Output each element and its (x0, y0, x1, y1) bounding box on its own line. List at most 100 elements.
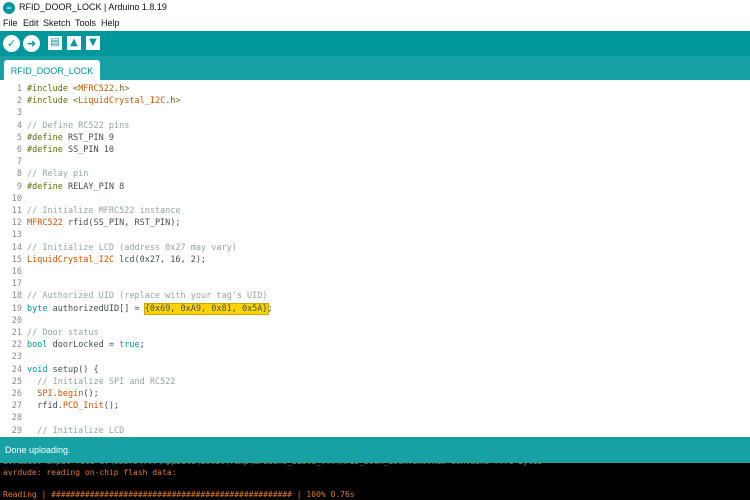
line-number: 1 (16, 84, 22, 94)
code-token: rfid. (27, 401, 63, 412)
code-text: #define SS_PIN 10 (27, 144, 114, 156)
code-line: 22 bool doorLocked = true; (0, 339, 750, 351)
code-token: doorLocked = (47, 340, 120, 351)
code-text: bool doorLocked = true; (27, 339, 145, 351)
code-text: // Initialize LCD (27, 425, 124, 437)
code-line: 25 // Initialize SPI and RC522 (0, 376, 750, 388)
code-line: 2 #include <LiquidCrystal_I2C.h> (0, 95, 750, 107)
console-line: avrdude: reading on-chip flash data: (3, 468, 177, 477)
code-line: 21 // Door status (0, 327, 750, 339)
code-token: lcd(0x27, 16, 2); (114, 254, 207, 265)
code-line: 1 #include <MFRC522.h> (0, 83, 750, 95)
line-number: 29 (11, 425, 22, 436)
line-number: 4 (16, 120, 22, 131)
code-line: 26 SPI.begin(); (0, 388, 750, 400)
open-icon[interactable]: ▲ (67, 36, 81, 50)
line-number: 6 (16, 145, 22, 155)
window-title: RFID_DOOR_LOCK | Arduino 1.8.19 (19, 2, 167, 12)
code-token: void (27, 364, 48, 375)
code-line: 4 // Define RC522 pins (0, 120, 750, 132)
line-number: 11 (11, 206, 22, 216)
new-icon[interactable]: ▤ (48, 36, 62, 50)
code-text: // Door status (27, 327, 99, 339)
line-number: 7 (16, 157, 22, 168)
code-editor[interactable]: 1 #include <MFRC522.h> 2 #include <LiquidCr… (0, 80, 750, 437)
line-number: 20 (11, 315, 22, 326)
line-number: 18 (11, 291, 22, 302)
code-token: #define (27, 181, 68, 192)
selected-text: {0x69, 0xA9, 0x81, 0x5A} (143, 302, 269, 315)
code-token: SS_PIN 10 (67, 145, 115, 155)
code-text: MFRC522 rfid(SS_PIN, RST_PIN); (27, 217, 181, 229)
tab-rfid-door-lock[interactable]: RFID_DOOR_LOCK (4, 60, 100, 80)
code-text: // Initialize MFRC522 instance (27, 205, 181, 217)
code-text: #include <LiquidCrystal_I2C.h> (27, 95, 181, 107)
line-number: 22 (11, 340, 22, 351)
toolbar: ✓ ➜ ▤ ▲ ▼ (0, 31, 750, 56)
line-number: 10 (11, 193, 22, 204)
code-token: setup() { (47, 364, 99, 375)
code-text: void setup() { (27, 364, 99, 376)
code-token: // Door status (27, 328, 99, 338)
code-line: 8 // Relay pin (0, 168, 750, 180)
menu-sketch[interactable]: Sketch (43, 18, 71, 28)
code-token: // Initialize LCD (27, 425, 125, 436)
line-number: 21 (11, 328, 22, 338)
code-line: 20 (0, 315, 750, 327)
line-number: 15 (11, 254, 22, 265)
code-token: #include < (27, 84, 79, 94)
code-token: PCD_Init (62, 401, 104, 412)
code-line: 17 (0, 278, 750, 290)
code-line: 6 #define SS_PIN 10 (0, 144, 750, 156)
code-text: SPI.begin(); (27, 388, 99, 400)
code-token: byte (27, 303, 48, 314)
verify-icon[interactable]: ✓ (3, 35, 20, 52)
code-token: RELAY_PIN 8 (67, 181, 125, 192)
code-line: 23 (0, 351, 750, 363)
upload-icon[interactable]: ➜ (23, 35, 40, 52)
code-line: 5 #define RST_PIN 9 (0, 132, 750, 144)
code-token: authorizedUID[] = (47, 303, 145, 314)
code-line: 28 (0, 412, 750, 424)
save-icon[interactable]: ▼ (86, 36, 100, 50)
code-token: #define (27, 145, 68, 155)
code-token: .h> (114, 84, 130, 94)
code-line: 27 rfid.PCD_Init(); (0, 400, 750, 412)
code-token: // Relay pin (27, 169, 89, 180)
code-line: 19 byte authorizedUID[] = {0x69, 0xA9, 0x… (0, 302, 750, 315)
console-line: Reading | ##############################… (3, 490, 355, 499)
code-text: #define RELAY_PIN 8 (27, 181, 124, 193)
line-number: 9 (16, 181, 22, 192)
code-text: rfid.PCD_Init(); (27, 400, 119, 412)
menu-edit[interactable]: Edit (23, 18, 39, 28)
code-token: bool (27, 340, 48, 351)
code-token: rfid(SS_PIN, RST_PIN); (62, 218, 181, 229)
console-output[interactable]: avrdude: input file C:\Users\...\AppData… (0, 463, 750, 500)
line-number: 27 (11, 401, 22, 412)
code-line: 12 MFRC522 rfid(SS_PIN, RST_PIN); (0, 217, 750, 229)
code-token: begin (57, 389, 84, 399)
code-text: // Authorized UID (replace with your tag… (27, 290, 268, 302)
code-token: (); (83, 389, 99, 399)
code-token: .h> (165, 96, 181, 107)
code-token: #define (27, 132, 68, 143)
code-line: 9 #define RELAY_PIN 8 (0, 181, 750, 193)
code-token: // Define RC522 pins (27, 120, 130, 131)
status-bar: Done uploading. (0, 437, 750, 463)
arduino-icon: ∞ (3, 2, 15, 14)
menu-help[interactable]: Help (101, 18, 120, 28)
line-number: 12 (11, 218, 22, 229)
line-number: 25 (11, 376, 22, 387)
code-line: 16 (0, 266, 750, 278)
menu-tools[interactable]: Tools (75, 18, 96, 28)
tab-bar: RFID_DOOR_LOCK (0, 56, 750, 80)
menu-file[interactable]: File (3, 18, 18, 28)
line-number: 2 (16, 96, 22, 107)
code-text: // Initialize LCD (address 0x27 may vary… (27, 242, 237, 254)
code-token: // Initialize LCD (address 0x27 may vary… (27, 242, 237, 253)
line-number: 13 (11, 230, 22, 241)
menu-bar: File Edit Sketch Tools Help (0, 16, 750, 31)
code-text: #include <MFRC522.h> (27, 83, 129, 95)
code-token: // Authorized UID (replace with your tag… (27, 291, 268, 302)
